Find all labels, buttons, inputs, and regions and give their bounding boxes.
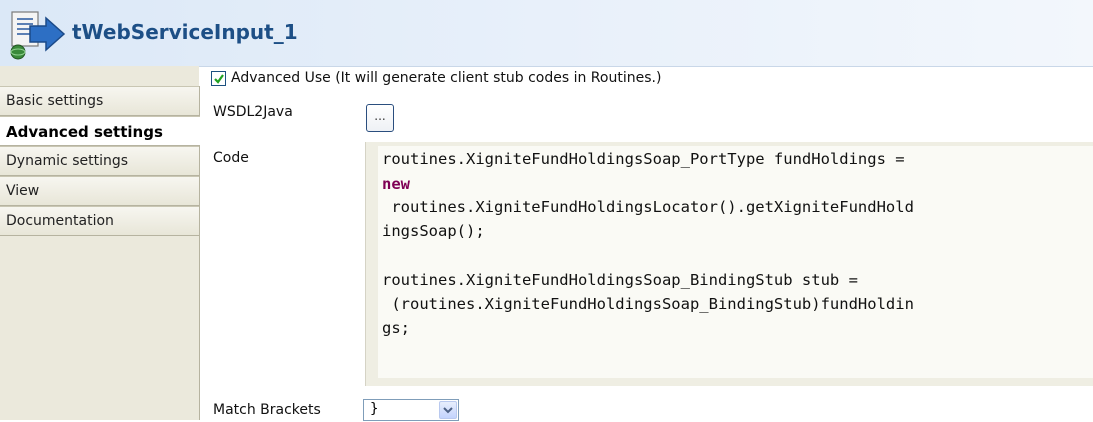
checkmark-icon <box>214 74 224 84</box>
code-line: routines.XigniteFundHoldingsSoap_Binding… <box>382 271 858 289</box>
match-brackets-select[interactable]: } <box>363 399 459 421</box>
advanced-settings-panel: Advanced Use (It will generate client st… <box>199 66 1093 421</box>
chevron-down-icon[interactable] <box>439 401 457 419</box>
code-line: (routines.XigniteFundHoldingsSoap_Bindin… <box>382 295 914 313</box>
advanced-use-label: Advanced Use (It will generate client st… <box>231 70 662 86</box>
wsdl2java-button[interactable]: ... <box>366 104 394 132</box>
tab-view[interactable]: View <box>0 176 199 206</box>
tab-documentation[interactable]: Documentation <box>0 206 199 236</box>
code-editor-content[interactable]: routines.XigniteFundHoldingsSoap_PortTyp… <box>378 146 1093 378</box>
wsdl2java-label: WSDL2Java <box>213 104 293 120</box>
settings-tab-panel: Basic settings Advanced settings Dynamic… <box>0 66 200 420</box>
match-brackets-value: } <box>370 401 379 417</box>
tab-dynamic-settings[interactable]: Dynamic settings <box>0 146 199 176</box>
component-title-bar: tWebServiceInput_1 <box>0 0 1093 67</box>
code-label: Code <box>213 150 249 166</box>
code-editor[interactable]: routines.XigniteFundHoldingsSoap_PortTyp… <box>365 142 1093 386</box>
advanced-use-checkbox[interactable] <box>211 71 226 86</box>
component-title: tWebServiceInput_1 <box>72 20 298 44</box>
code-line: routines.XigniteFundHoldingsLocator().ge… <box>382 198 914 216</box>
match-brackets-label: Match Brackets <box>213 402 321 418</box>
code-line-keyword: new <box>382 175 410 193</box>
code-line: routines.XigniteFundHoldingsSoap_PortTyp… <box>382 150 905 168</box>
code-line: gs; <box>382 319 410 337</box>
tab-advanced-settings[interactable]: Advanced settings <box>0 116 200 146</box>
code-line: ingsSoap(); <box>382 222 485 240</box>
tab-basic-settings[interactable]: Basic settings <box>0 86 199 116</box>
web-service-component-icon <box>8 10 66 60</box>
